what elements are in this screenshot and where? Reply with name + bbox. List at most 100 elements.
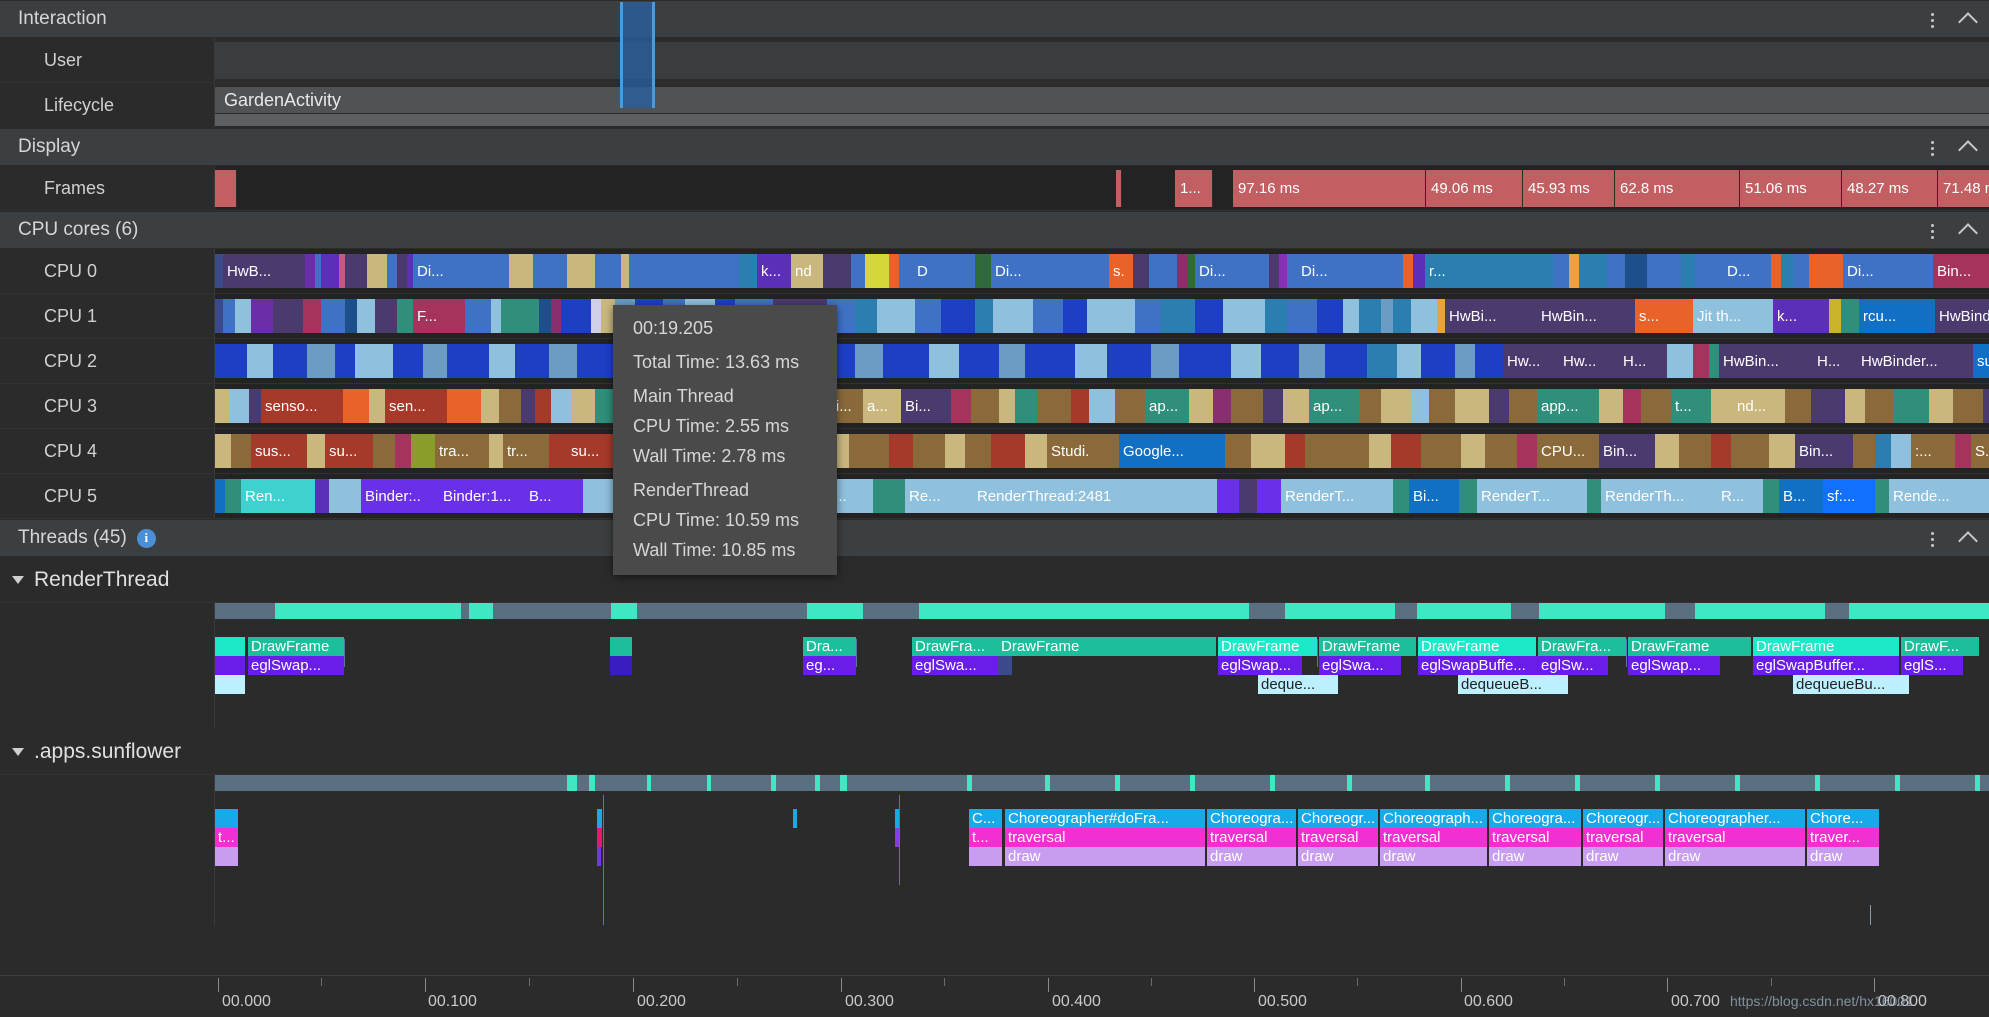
cpu-slice[interactable]: H... xyxy=(1619,344,1667,378)
cpu-slice[interactable] xyxy=(999,389,1015,423)
cpu-slice[interactable]: rcu... xyxy=(1859,299,1935,333)
cpu-slice[interactable] xyxy=(345,254,367,288)
cpu-slice[interactable] xyxy=(1459,479,1477,513)
cpu-slice[interactable] xyxy=(1279,254,1287,288)
cpu-slice[interactable] xyxy=(1769,434,1795,468)
chevron-up-icon[interactable] xyxy=(1957,220,1979,243)
cpu-slice[interactable] xyxy=(1587,479,1601,513)
trace-event[interactable]: Choreogra... xyxy=(1207,809,1296,828)
cpu-slice[interactable]: Bin... xyxy=(1599,434,1655,468)
cpu-slice[interactable] xyxy=(521,389,535,423)
frame-segment[interactable]: 71.48 ms xyxy=(1938,170,1989,207)
cpu-slice[interactable] xyxy=(595,254,621,288)
cpu-slice[interactable]: t... xyxy=(1671,389,1711,423)
cpu-slice[interactable] xyxy=(1037,389,1071,423)
cpu-slice[interactable] xyxy=(343,389,369,423)
cpu-slice[interactable] xyxy=(1655,434,1679,468)
cpu-slice[interactable] xyxy=(321,254,339,288)
group-header-interaction[interactable]: Interaction xyxy=(0,0,1989,38)
cpu-slice[interactable] xyxy=(223,299,235,333)
cpu-slice[interactable] xyxy=(231,434,251,468)
interaction-row-lifecycle[interactable]: Lifecycle GardenActivity xyxy=(0,83,1989,128)
cpu-slice[interactable] xyxy=(1305,434,1333,468)
cpu-slice[interactable] xyxy=(1397,344,1421,378)
cpu-slice[interactable] xyxy=(1317,299,1343,333)
cpu-slice[interactable]: R... xyxy=(1717,479,1763,513)
cpu-slice[interactable] xyxy=(481,389,499,423)
cpu-slice[interactable] xyxy=(1265,299,1287,333)
cpu-slice[interactable] xyxy=(307,434,325,468)
cpu-slice[interactable] xyxy=(913,434,945,468)
cpu-slice[interactable]: HwBi... xyxy=(1445,299,1537,333)
cpu-slice[interactable] xyxy=(1225,434,1251,468)
cpu-slice[interactable] xyxy=(509,254,533,288)
cpu-slice[interactable] xyxy=(1607,254,1625,288)
cpu-slice[interactable] xyxy=(1393,299,1411,333)
cpu-slice[interactable] xyxy=(1187,254,1195,288)
cpu-slice[interactable] xyxy=(1421,434,1461,468)
cpu-slice[interactable]: Di... xyxy=(1843,254,1933,288)
trace-event[interactable]: Choreogr... xyxy=(1583,809,1663,828)
cpu-slice[interactable] xyxy=(1829,299,1841,333)
cpu-slice[interactable] xyxy=(975,254,991,288)
cpu-slice[interactable] xyxy=(1179,344,1231,378)
trace-event[interactable]: draw xyxy=(1005,847,1205,866)
trace-event[interactable]: Choreogra... xyxy=(1489,809,1581,828)
cpu-slice[interactable] xyxy=(1189,389,1213,423)
cpu-slice[interactable] xyxy=(1437,299,1445,333)
chevron-up-icon[interactable] xyxy=(1957,137,1979,160)
cpu-slice[interactable] xyxy=(1681,254,1695,288)
trace-event[interactable]: DrawFra... xyxy=(912,637,998,656)
cpu-slice[interactable] xyxy=(1025,344,1075,378)
cpu-slice[interactable] xyxy=(1953,389,1983,423)
cpu-slice[interactable] xyxy=(1517,434,1537,468)
group-header-threads[interactable]: Threads (45) i xyxy=(0,519,1989,557)
cpu-slice[interactable] xyxy=(1763,479,1779,513)
cpu-slice[interactable]: Di... xyxy=(991,254,1109,288)
cpu-slice[interactable] xyxy=(1149,254,1177,288)
trace-event[interactable]: DrawF... xyxy=(1901,637,1979,656)
trace-event[interactable] xyxy=(215,656,245,675)
cpu-slice[interactable] xyxy=(1015,389,1037,423)
cpu-slice[interactable] xyxy=(991,434,1025,468)
triangle-down-icon[interactable] xyxy=(12,747,24,756)
cpu-slice[interactable] xyxy=(889,254,899,288)
cpu-slice[interactable] xyxy=(1325,344,1367,378)
cpu-slice[interactable] xyxy=(369,389,385,423)
cpu-slice[interactable] xyxy=(1841,299,1859,333)
cpu-slice[interactable] xyxy=(1177,254,1187,288)
cpu-slice[interactable] xyxy=(489,344,515,378)
cpu-slice[interactable]: D xyxy=(913,254,949,288)
cpu-core-track-4[interactable]: sus...su...tra...tr...su...Stu...Studi.G… xyxy=(215,429,1989,473)
cpu-slice[interactable] xyxy=(1333,434,1369,468)
cpu-slice[interactable] xyxy=(1461,434,1485,468)
cpu-slice[interactable]: Hw... xyxy=(1559,344,1619,378)
cpu-slice[interactable] xyxy=(1231,389,1263,423)
cpu-slice[interactable] xyxy=(1231,344,1261,378)
cpu-slice[interactable] xyxy=(1731,434,1769,468)
cpu-slice[interactable] xyxy=(1625,254,1647,288)
cpu-slice[interactable] xyxy=(315,479,329,513)
frame-segment[interactable]: 97.16 ms xyxy=(1233,170,1426,207)
cpu-slice[interactable] xyxy=(595,389,613,423)
trace-event[interactable]: eglS... xyxy=(1901,656,1963,675)
cpu-slice[interactable] xyxy=(1853,434,1875,468)
cpu-slice[interactable] xyxy=(1711,434,1731,468)
trace-event[interactable] xyxy=(597,828,602,847)
trace-event[interactable]: deque... xyxy=(1258,675,1338,694)
cpu-slice[interactable] xyxy=(249,389,261,423)
cpu-slice[interactable] xyxy=(489,434,503,468)
cpu-slice[interactable] xyxy=(993,299,1033,333)
trace-event[interactable] xyxy=(969,847,1002,866)
cpu-slice[interactable]: Bin... xyxy=(1933,254,1989,288)
cpu-slice[interactable]: Rende... xyxy=(1889,479,1989,513)
cpu-core-row[interactable]: CPU 3senso...sen...app...Studi...a...Bi.… xyxy=(0,384,1989,429)
cpu-slice[interactable]: surfa xyxy=(1973,344,1989,378)
cpu-slice[interactable] xyxy=(865,254,889,288)
trace-event[interactable]: traversal xyxy=(1298,828,1378,847)
more-vertical-icon[interactable] xyxy=(1921,528,1943,550)
cpu-slice[interactable]: Bi... xyxy=(1409,479,1459,513)
cpu-slice[interactable] xyxy=(1679,434,1711,468)
cpu-slice[interactable] xyxy=(1269,254,1279,288)
cpu-slice[interactable]: Di... xyxy=(1195,254,1269,288)
